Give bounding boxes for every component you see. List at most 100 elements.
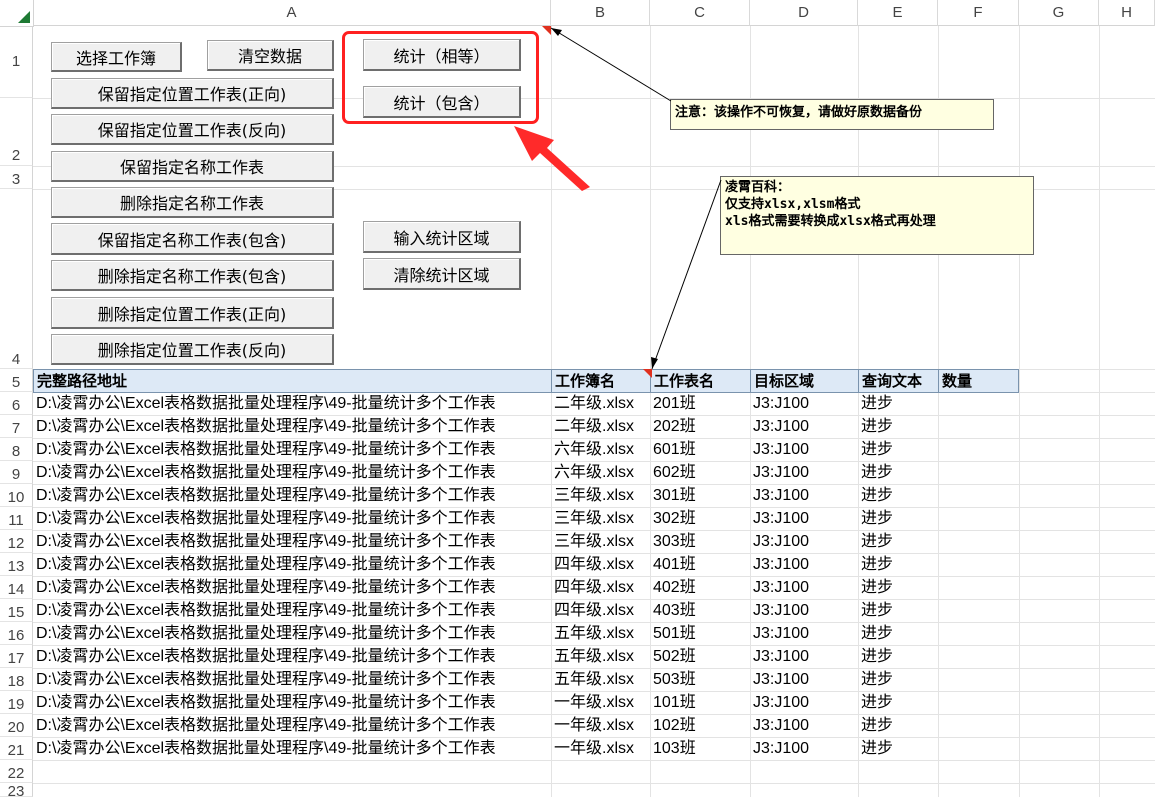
cell-query-text[interactable]: 进步 [858, 576, 938, 599]
cell-full-path[interactable]: D:\凌霄办公\Excel表格数据批量处理程序\49-批量统计多个工作表 [33, 668, 551, 691]
cell-workbook[interactable]: 一年级.xlsx [551, 714, 650, 737]
cell-target-range[interactable]: J3:J100 [750, 622, 858, 645]
column-header-b[interactable]: B [551, 0, 650, 26]
keep-position-forward-button[interactable]: 保留指定位置工作表(正向) [51, 78, 334, 109]
header-sheet[interactable]: 工作表名 [650, 369, 751, 393]
cell-count[interactable] [938, 392, 1019, 415]
cell-full-path[interactable]: D:\凌霄办公\Excel表格数据批量处理程序\49-批量统计多个工作表 [33, 737, 551, 760]
cell-target-range[interactable]: J3:J100 [750, 392, 858, 415]
header-target-range[interactable]: 目标区域 [750, 369, 859, 393]
column-header-e[interactable]: E [858, 0, 938, 26]
cell-workbook[interactable]: 二年级.xlsx [551, 392, 650, 415]
header-workbook[interactable]: 工作簿名 [551, 369, 651, 393]
cell-target-range[interactable]: J3:J100 [750, 576, 858, 599]
cell-target-range[interactable]: J3:J100 [750, 438, 858, 461]
cell-query-text[interactable]: 进步 [858, 599, 938, 622]
cell-full-path[interactable]: D:\凌霄办公\Excel表格数据批量处理程序\49-批量统计多个工作表 [33, 622, 551, 645]
cell-target-range[interactable]: J3:J100 [750, 484, 858, 507]
clear-range-button[interactable]: 清除统计区域 [363, 258, 521, 290]
cell-count[interactable] [938, 599, 1019, 622]
delete-position-reverse-button[interactable]: 删除指定位置工作表(反向) [51, 334, 334, 365]
cell-sheet[interactable]: 303班 [650, 530, 750, 553]
keep-position-reverse-button[interactable]: 保留指定位置工作表(反向) [51, 114, 334, 145]
cell-count[interactable] [938, 691, 1019, 714]
delete-name-contains-button[interactable]: 删除指定名称工作表(包含) [51, 260, 334, 291]
cell-count[interactable] [938, 737, 1019, 760]
cell-sheet[interactable]: 101班 [650, 691, 750, 714]
column-header-f[interactable]: F [938, 0, 1019, 26]
cell-query-text[interactable]: 进步 [858, 553, 938, 576]
column-header-h[interactable]: H [1099, 0, 1155, 26]
row-header-12[interactable]: 12 [0, 530, 33, 553]
cell-full-path[interactable]: D:\凌霄办公\Excel表格数据批量处理程序\49-批量统计多个工作表 [33, 691, 551, 714]
row-header-11[interactable]: 11 [0, 507, 33, 530]
cell-full-path[interactable]: D:\凌霄办公\Excel表格数据批量处理程序\49-批量统计多个工作表 [33, 599, 551, 622]
cell-sheet[interactable]: 403班 [650, 599, 750, 622]
cell-workbook[interactable]: 四年级.xlsx [551, 599, 650, 622]
cell-query-text[interactable]: 进步 [858, 645, 938, 668]
row-header-5[interactable]: 5 [0, 369, 33, 392]
cell-count[interactable] [938, 507, 1019, 530]
cell-sheet[interactable]: 302班 [650, 507, 750, 530]
header-full-path[interactable]: 完整路径地址 [33, 369, 552, 393]
cell-workbook[interactable]: 三年级.xlsx [551, 484, 650, 507]
row-header-20[interactable]: 20 [0, 714, 33, 737]
warning-note[interactable]: 注意：该操作不可恢复，请做好原数据备份 [670, 99, 994, 130]
cell-workbook[interactable]: 三年级.xlsx [551, 507, 650, 530]
row-header-15[interactable]: 15 [0, 599, 33, 622]
cell-full-path[interactable]: D:\凌霄办公\Excel表格数据批量处理程序\49-批量统计多个工作表 [33, 576, 551, 599]
cell-query-text[interactable]: 进步 [858, 507, 938, 530]
cell-query-text[interactable]: 进步 [858, 415, 938, 438]
cell-target-range[interactable]: J3:J100 [750, 691, 858, 714]
cell-sheet[interactable]: 102班 [650, 714, 750, 737]
cell-count[interactable] [938, 530, 1019, 553]
cell-full-path[interactable]: D:\凌霄办公\Excel表格数据批量处理程序\49-批量统计多个工作表 [33, 714, 551, 737]
row-header-23[interactable]: 23 [0, 783, 33, 800]
info-note[interactable]: 凌霄百科： 仅支持xlsx,xlsm格式 xls格式需要转换成xlsx格式再处理 [720, 176, 1034, 255]
row-header-21[interactable]: 21 [0, 737, 33, 760]
keep-name-contains-button[interactable]: 保留指定名称工作表(包含) [51, 223, 334, 255]
cell-workbook[interactable]: 二年级.xlsx [551, 415, 650, 438]
column-header-c[interactable]: C [650, 0, 750, 26]
cell-count[interactable] [938, 484, 1019, 507]
cell-full-path[interactable]: D:\凌霄办公\Excel表格数据批量处理程序\49-批量统计多个工作表 [33, 415, 551, 438]
cell-target-range[interactable]: J3:J100 [750, 530, 858, 553]
cell-query-text[interactable]: 进步 [858, 461, 938, 484]
cell-target-range[interactable]: J3:J100 [750, 415, 858, 438]
input-range-button[interactable]: 输入统计区域 [363, 221, 521, 253]
row-header-13[interactable]: 13 [0, 553, 33, 576]
keep-name-button[interactable]: 保留指定名称工作表 [51, 151, 334, 182]
cell-query-text[interactable]: 进步 [858, 484, 938, 507]
row-header-3[interactable]: 3 [0, 166, 33, 189]
header-query-text[interactable]: 查询文本 [858, 369, 939, 393]
cell-sheet[interactable]: 402班 [650, 576, 750, 599]
row-header-22[interactable]: 22 [0, 760, 33, 783]
cell-full-path[interactable]: D:\凌霄办公\Excel表格数据批量处理程序\49-批量统计多个工作表 [33, 392, 551, 415]
cell-query-text[interactable]: 进步 [858, 530, 938, 553]
cell-target-range[interactable]: J3:J100 [750, 507, 858, 530]
cell-sheet[interactable]: 503班 [650, 668, 750, 691]
select-workbook-button[interactable]: 选择工作簿 [51, 42, 182, 72]
cell-query-text[interactable]: 进步 [858, 737, 938, 760]
cell-count[interactable] [938, 645, 1019, 668]
row-header-14[interactable]: 14 [0, 576, 33, 599]
row-header-9[interactable]: 9 [0, 461, 33, 484]
cell-sheet[interactable]: 201班 [650, 392, 750, 415]
cell-count[interactable] [938, 714, 1019, 737]
row-header-1[interactable]: 1 [0, 26, 33, 98]
cell-query-text[interactable]: 进步 [858, 438, 938, 461]
column-header-d[interactable]: D [750, 0, 858, 26]
column-header-a[interactable]: A [33, 0, 551, 26]
cell-query-text[interactable]: 进步 [858, 691, 938, 714]
cell-sheet[interactable]: 301班 [650, 484, 750, 507]
cell-workbook[interactable]: 一年级.xlsx [551, 737, 650, 760]
cell-target-range[interactable]: J3:J100 [750, 553, 858, 576]
select-all-corner[interactable] [0, 0, 34, 27]
delete-position-forward-button[interactable]: 删除指定位置工作表(正向) [51, 297, 334, 329]
cell-full-path[interactable]: D:\凌霄办公\Excel表格数据批量处理程序\49-批量统计多个工作表 [33, 530, 551, 553]
cell-count[interactable] [938, 461, 1019, 484]
cell-workbook[interactable]: 三年级.xlsx [551, 530, 650, 553]
cell-workbook[interactable]: 五年级.xlsx [551, 645, 650, 668]
cell-workbook[interactable]: 一年级.xlsx [551, 691, 650, 714]
row-header-2[interactable]: 2 [0, 98, 33, 166]
